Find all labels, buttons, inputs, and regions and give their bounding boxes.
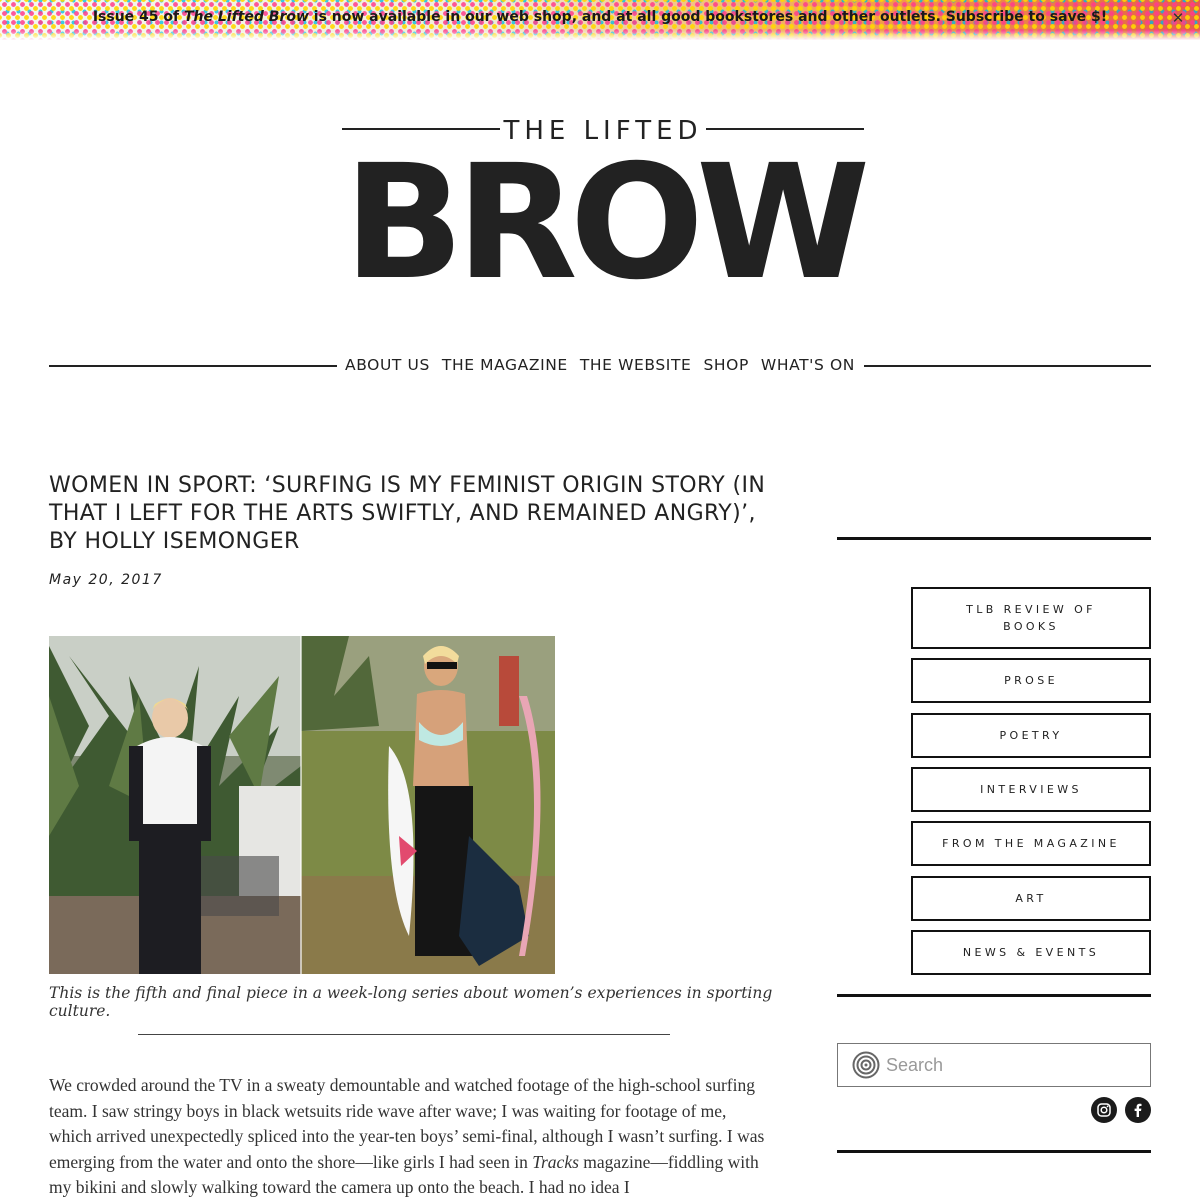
- search-box[interactable]: [837, 1043, 1151, 1087]
- nav-item-the-website[interactable]: THE WEBSITE: [580, 356, 692, 378]
- nav-rule-right: [864, 365, 1151, 367]
- search-input[interactable]: [886, 1054, 1126, 1076]
- instagram-icon[interactable]: [1091, 1097, 1117, 1123]
- nav-item-the-magazine[interactable]: THE MAGAZINE: [442, 356, 568, 378]
- banner-magazine-name: The Lifted Brow: [184, 9, 309, 25]
- article-date: May 20, 2017: [49, 572, 163, 588]
- nav-item-shop[interactable]: SHOP: [703, 356, 748, 378]
- sidebar-category-art[interactable]: ART: [911, 876, 1151, 921]
- sidebar-category-from-the-magazine[interactable]: FROM THE MAGAZINE: [911, 821, 1151, 866]
- site-logo[interactable]: THE LIFTED BROW: [340, 108, 871, 315]
- announcement-banner: Issue 45 of The Lifted Brow is now avail…: [0, 0, 1200, 40]
- sidebar-category-poetry[interactable]: POETRY: [911, 713, 1151, 758]
- sidebar-rule-bottom: [837, 1150, 1151, 1153]
- article-body: We crowded around the TV in a sweaty dem…: [49, 1073, 769, 1200]
- nav-item-whats-on[interactable]: WHAT'S ON: [761, 356, 855, 378]
- article-title[interactable]: WOMEN IN SPORT: ‘SURFING IS MY FEMINIST …: [49, 472, 769, 556]
- main-nav: ABOUT US THE MAGAZINE THE WEBSITE SHOP W…: [345, 356, 855, 378]
- sidebar-rule-middle: [837, 994, 1151, 997]
- article-text-tracks: Tracks: [532, 1151, 579, 1172]
- article-paragraph: We crowded around the TV in a sweaty dem…: [49, 1073, 769, 1200]
- caption-divider: [138, 1034, 670, 1035]
- nav-rule-left: [49, 365, 337, 367]
- sidebar-rule-top: [837, 537, 1151, 540]
- close-icon[interactable]: ✕: [1170, 10, 1186, 26]
- banner-text[interactable]: Issue 45 of The Lifted Brow is now avail…: [0, 9, 1200, 25]
- sidebar-category-news-events[interactable]: NEWS & EVENTS: [911, 930, 1151, 975]
- banner-text-prefix: Issue 45 of: [92, 9, 184, 25]
- nav-item-about-us[interactable]: ABOUT US: [345, 356, 430, 378]
- sidebar-category-prose[interactable]: PROSE: [911, 658, 1151, 703]
- sidebar-category-interviews[interactable]: INTERVIEWS: [911, 767, 1151, 812]
- facebook-icon[interactable]: [1125, 1097, 1151, 1123]
- banner-fade: [0, 30, 1200, 40]
- photo-caption: This is the fifth and final piece in a w…: [49, 984, 773, 1020]
- article-photo: [49, 636, 555, 974]
- logo-line2: BROW: [343, 131, 871, 315]
- sidebar-category-tlb-review-of-books[interactable]: TLB REVIEW OF BOOKS: [911, 587, 1151, 649]
- search-icon[interactable]: [852, 1051, 880, 1079]
- banner-text-suffix: is now available in our web shop, and at…: [308, 9, 1108, 25]
